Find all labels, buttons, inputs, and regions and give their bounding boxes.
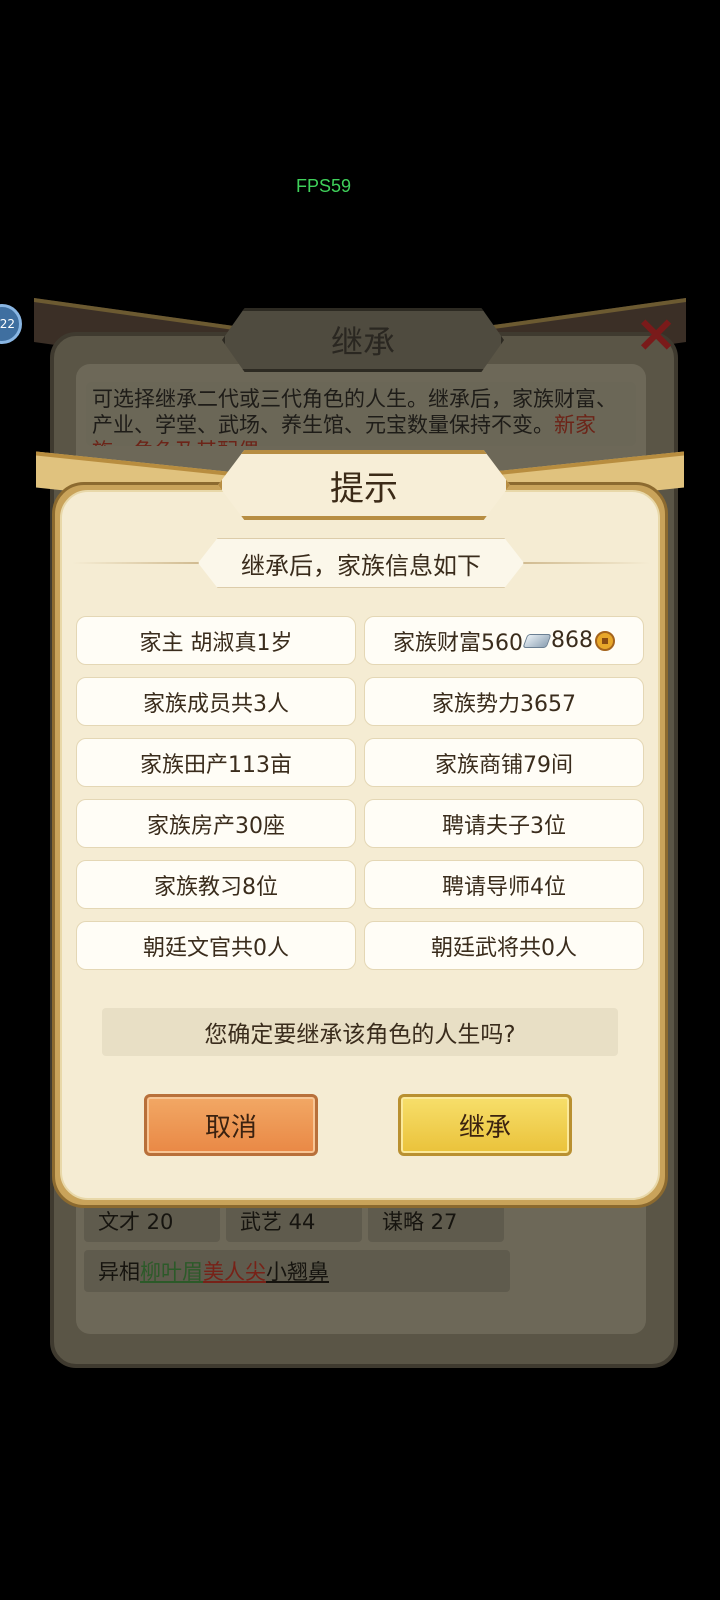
subtitle-divider-right — [510, 562, 650, 564]
info-family-shops: 家族商铺79间 — [364, 738, 644, 787]
description-text: 可选择继承二代或三代角色的人生。继承后，家族财富、产业、学堂、武场、养生馆、元宝… — [92, 387, 617, 437]
inherit-description: 可选择继承二代或三代角色的人生。继承后，家族财富、产业、学堂、武场、养生馆、元宝… — [86, 382, 636, 446]
inherit-button[interactable]: 继承 — [398, 1094, 572, 1156]
character-traits: 异相 柳叶眉 美人尖 小翘鼻 — [84, 1250, 510, 1292]
trait-2[interactable]: 美人尖 — [203, 1256, 266, 1286]
info-trainers: 家族教习8位 — [76, 860, 356, 909]
traits-prefix: 异相 — [98, 1260, 140, 1284]
subtitle-divider-left — [72, 562, 212, 564]
info-military-generals: 朝廷武将共0人 — [364, 921, 644, 970]
info-family-power: 家族势力3657 — [364, 677, 644, 726]
trait-3[interactable]: 小翘鼻 — [266, 1256, 329, 1286]
copper-coin-icon — [595, 630, 615, 651]
info-family-houses: 家族房产30座 — [76, 799, 356, 848]
confirm-question: 您确定要继承该角色的人生吗? — [102, 1008, 618, 1056]
cancel-button[interactable]: 取消 — [144, 1094, 318, 1156]
info-mentors: 聘请导师4位 — [364, 860, 644, 909]
silver-ingot-icon — [522, 633, 552, 648]
info-family-wealth: 家族财富560 868 — [364, 616, 644, 665]
dialog-subtitle: 继承后，家族信息如下 — [198, 538, 524, 588]
fps-counter: FPS59 — [296, 176, 352, 196]
info-family-head: 家主 胡淑真1岁 — [76, 616, 356, 665]
info-tutors: 聘请夫子3位 — [364, 799, 644, 848]
info-family-members: 家族成员共3人 — [76, 677, 356, 726]
inherit-panel-title: 继承 — [222, 308, 504, 372]
info-civil-officials: 朝廷文官共0人 — [76, 921, 356, 970]
dialog-title: 提示 — [218, 450, 510, 520]
player-avatar-badge[interactable]: 22 — [0, 304, 22, 344]
info-family-fields: 家族田产113亩 — [76, 738, 356, 787]
wealth-coin-value: 868 — [551, 628, 593, 653]
family-info-grid: 家主 胡淑真1岁 家族财富560 868 家族成员共3人 家族势力3657 家族… — [76, 616, 644, 970]
trait-1[interactable]: 柳叶眉 — [140, 1256, 203, 1286]
close-icon[interactable]: ✕ — [636, 308, 676, 364]
wealth-silver-value: 家族财富560 — [393, 630, 523, 656]
